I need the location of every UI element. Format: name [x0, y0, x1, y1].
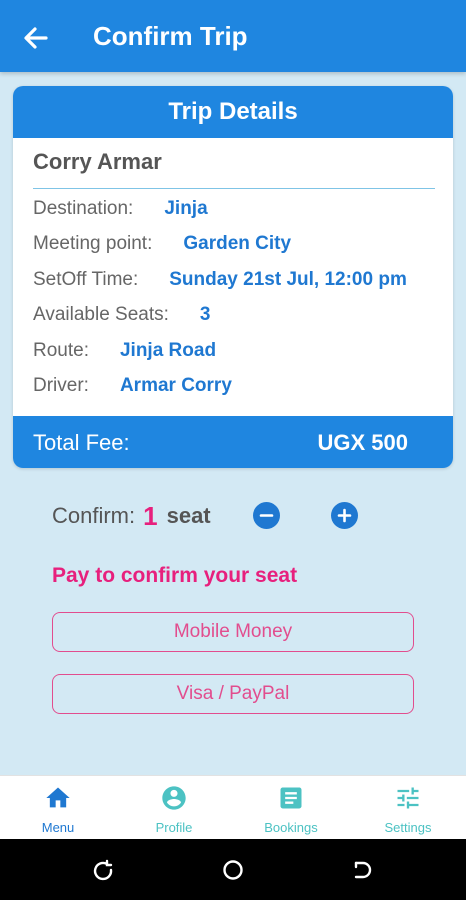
confirm-label: Confirm:: [52, 503, 136, 528]
detail-label: Route:: [33, 340, 89, 361]
back-button[interactable]: [18, 20, 54, 56]
nav-label: Settings: [384, 820, 432, 835]
detail-value: Jinja: [164, 198, 208, 219]
account-circle-icon: [162, 786, 186, 810]
home-button[interactable]: [221, 858, 245, 882]
nav-item-menu[interactable]: Menu: [0, 776, 116, 840]
total-fee-value: UGX 500: [317, 430, 409, 455]
back-system-button[interactable]: [350, 858, 374, 882]
trip-details-card: Trip Details Corry Armar Destination: Ji…: [13, 86, 453, 468]
decrease-seat-button[interactable]: [253, 502, 280, 529]
plus-icon: [337, 508, 352, 523]
nav-item-settings[interactable]: Settings: [350, 776, 466, 840]
bottom-navigation: Menu Profile Bookings Settings: [0, 775, 466, 839]
back-system-icon: [354, 861, 372, 879]
detail-row-driver: Driver: Armar Corry: [33, 375, 232, 397]
recent-apps-button[interactable]: [91, 858, 115, 882]
nav-label: Menu: [41, 820, 75, 835]
detail-row-destination: Destination: Jinja: [33, 198, 208, 220]
detail-label: Available Seats:: [33, 304, 169, 325]
circle-home-icon: [223, 860, 243, 880]
increase-seat-button[interactable]: [331, 502, 358, 529]
app-bar: Confirm Trip: [0, 0, 466, 72]
system-nav-bar: [0, 839, 466, 900]
detail-row-setoff-time: SetOff Time: Sunday 21st Jul, 12:00 pm: [33, 269, 407, 291]
seat-confirm-row: Confirm: 1 seat: [52, 498, 211, 534]
seat-unit: seat: [166, 503, 211, 528]
detail-row-route: Route: Jinja Road: [33, 340, 216, 362]
mobile-money-button[interactable]: Mobile Money: [52, 612, 414, 652]
detail-label: SetOff Time:: [33, 269, 139, 290]
nav-item-profile[interactable]: Profile: [116, 776, 232, 840]
detail-label: Meeting point:: [33, 233, 153, 254]
detail-value: Armar Corry: [119, 375, 232, 396]
nav-label: Bookings: [264, 820, 318, 835]
nav-label: Profile: [155, 820, 193, 835]
page-title: Confirm Trip: [93, 21, 248, 51]
recent-apps-icon: [93, 859, 113, 881]
nav-item-bookings[interactable]: Bookings: [233, 776, 349, 840]
detail-value: Garden City: [183, 233, 292, 254]
arrow-left-icon: [24, 27, 48, 49]
detail-value: Sunday 21st Jul, 12:00 pm: [169, 269, 407, 290]
divider: [33, 188, 435, 189]
payment-title: Pay to confirm your seat: [52, 564, 298, 587]
book-icon: [280, 787, 302, 809]
visa-paypal-button[interactable]: Visa / PayPal: [52, 674, 414, 714]
total-fee-bar: Total Fee: UGX 500: [13, 416, 453, 468]
detail-row-meeting-point: Meeting point: Garden City: [33, 233, 291, 255]
passenger-name: Corry Armar: [33, 149, 162, 174]
detail-value: 3: [199, 304, 211, 325]
card-header: Trip Details: [13, 86, 453, 138]
minus-icon: [259, 514, 274, 517]
sliders-icon: [397, 787, 419, 809]
detail-value: Jinja Road: [119, 340, 217, 361]
detail-row-available-seats: Available Seats: 3: [33, 304, 210, 326]
seat-count: 1: [143, 500, 158, 531]
detail-label: Destination:: [33, 198, 134, 219]
detail-label: Driver:: [33, 375, 89, 396]
home-icon: [46, 787, 70, 808]
total-fee-label: Total Fee:: [33, 430, 130, 455]
